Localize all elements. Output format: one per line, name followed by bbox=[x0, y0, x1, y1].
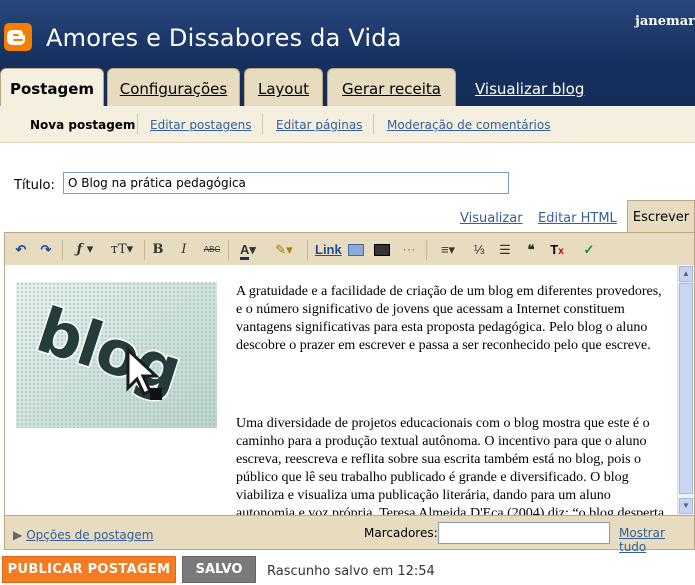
strikethrough-icon[interactable]: ABC bbox=[201, 241, 223, 259]
scroll-up-icon[interactable]: ▲ bbox=[679, 266, 693, 282]
link-button[interactable]: Link bbox=[315, 241, 342, 259]
editor-toolbar: ↶ ↷ ƒ ▾ тT▾ B I ABC A▾ ✎▾ Link ⋯ ≡▾ ⅓ ☰ … bbox=[5, 233, 694, 265]
tab-layout[interactable]: Layout bbox=[244, 68, 323, 106]
draft-status: Rascunho salvo em 12:54 bbox=[267, 564, 435, 579]
post-body[interactable]: blog A gratuidade e a facilidade de cria… bbox=[5, 265, 677, 515]
highlight-color-icon[interactable]: ✎▾ bbox=[269, 241, 299, 259]
align-icon[interactable]: ≡▾ bbox=[433, 241, 463, 259]
paragraph-2-text: Uma diversidade de projetos educacionais… bbox=[236, 416, 665, 515]
font-size-icon[interactable]: тT▾ bbox=[107, 241, 137, 259]
tab-postagem[interactable]: Postagem bbox=[0, 68, 104, 108]
expand-arrow-icon[interactable]: ▶ bbox=[13, 528, 22, 542]
divider bbox=[144, 240, 145, 260]
spellcheck-icon[interactable]: ✓ bbox=[578, 241, 600, 259]
paragraph-2: Uma diversidade de projetos educacionais… bbox=[16, 415, 666, 515]
subtab-nova-postagem[interactable]: Nova postagem bbox=[30, 118, 135, 132]
scroll-thumb[interactable] bbox=[679, 283, 693, 494]
divider bbox=[137, 114, 138, 134]
preview-link[interactable]: Visualizar bbox=[460, 211, 523, 226]
tab-visualizar-blog[interactable]: Visualizar blog bbox=[475, 76, 584, 102]
post-options-bar: ▶ Opções de postagem Marcadores: Mostrar … bbox=[4, 516, 695, 554]
blog-illustration: blog bbox=[16, 282, 217, 428]
subtab-moderacao-comentarios[interactable]: Moderação de comentários bbox=[387, 118, 550, 132]
subtab-editar-postagens[interactable]: Editar postagens bbox=[150, 118, 251, 132]
remove-formatting-icon[interactable]: Tx bbox=[548, 241, 566, 259]
bulleted-list-icon[interactable]: ☰ bbox=[496, 241, 514, 259]
blogger-logo-icon[interactable] bbox=[4, 23, 32, 51]
blog-title[interactable]: Amores e Dissabores da Vida bbox=[46, 24, 402, 52]
saved-button[interactable]: SALVO bbox=[182, 556, 256, 583]
post-title-input[interactable]: O Blog na prática pedagógica bbox=[63, 172, 509, 194]
redo-icon[interactable]: ↷ bbox=[38, 241, 54, 259]
compose-tab[interactable]: Escrever bbox=[627, 200, 695, 233]
numbered-list-icon[interactable]: ⅓ bbox=[470, 241, 488, 259]
post-options-link[interactable]: Opções de postagem bbox=[26, 528, 153, 542]
divider bbox=[307, 240, 308, 260]
jump-break-icon[interactable]: ⋯ bbox=[400, 241, 418, 259]
bold-icon[interactable]: B bbox=[151, 241, 165, 259]
post-editor: ↶ ↷ ƒ ▾ тT▾ B I ABC A▾ ✎▾ Link ⋯ ≡▾ ⅓ ☰ … bbox=[4, 232, 695, 516]
divider bbox=[426, 240, 427, 260]
font-family-icon[interactable]: ƒ ▾ bbox=[71, 241, 99, 259]
italic-icon[interactable]: I bbox=[177, 241, 191, 259]
divider bbox=[262, 114, 263, 134]
editor-scrollbar[interactable]: ▲ ▼ bbox=[677, 265, 694, 515]
divider bbox=[228, 240, 229, 260]
tab-configuracoes[interactable]: Configurações bbox=[107, 68, 240, 106]
show-all-labels-link[interactable]: Mostrar tudo bbox=[619, 526, 694, 554]
undo-icon[interactable]: ↶ bbox=[13, 241, 29, 259]
subtab-editar-paginas[interactable]: Editar páginas bbox=[276, 118, 362, 132]
text-color-icon[interactable]: A▾ bbox=[234, 241, 262, 260]
edit-html-link[interactable]: Editar HTML bbox=[538, 211, 617, 226]
scroll-down-icon[interactable]: ▼ bbox=[679, 498, 693, 514]
divider bbox=[62, 240, 63, 260]
tab-gerar-receita[interactable]: Gerar receita bbox=[327, 68, 456, 106]
publish-button[interactable]: PUBLICAR POSTAGEM bbox=[2, 556, 176, 583]
video-icon[interactable] bbox=[374, 241, 392, 259]
user-name[interactable]: janemar bbox=[635, 14, 695, 29]
sub-navigation: Nova postagem Editar postagens Editar pá… bbox=[0, 106, 695, 143]
quote-icon[interactable]: ❝ bbox=[522, 241, 540, 259]
paragraph-1: A gratuidade e a facilidade de criação d… bbox=[236, 284, 662, 353]
labels-input[interactable] bbox=[438, 522, 610, 544]
labels-label: Marcadores: bbox=[364, 526, 438, 540]
image-icon[interactable] bbox=[348, 241, 366, 259]
top-header: Amores e Dissabores da Vida janemar bbox=[0, 0, 695, 62]
divider bbox=[373, 114, 374, 134]
title-label: Título: bbox=[14, 178, 55, 193]
main-tabs: Postagem Configurações Layout Gerar rece… bbox=[0, 62, 695, 108]
post-options-toggle[interactable]: ▶ Opções de postagem bbox=[13, 528, 153, 542]
